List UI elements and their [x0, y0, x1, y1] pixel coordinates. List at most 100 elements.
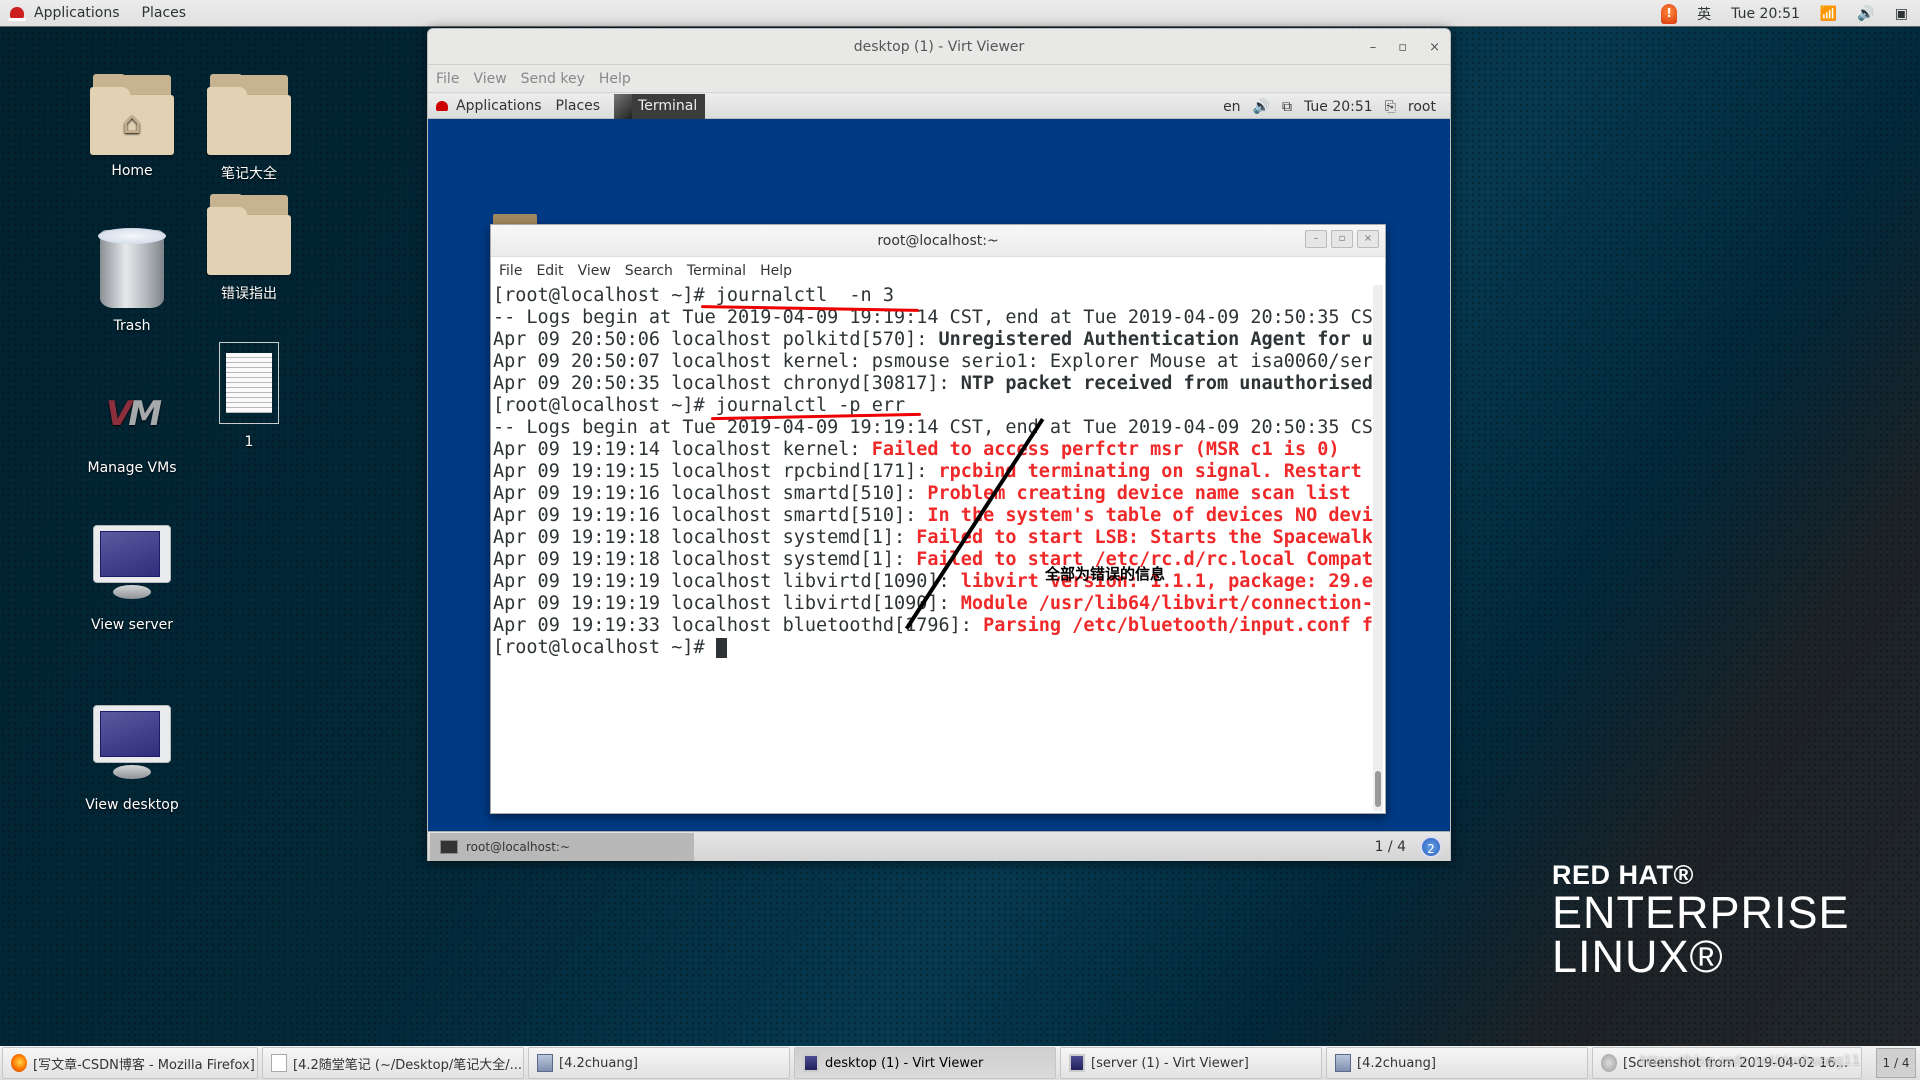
- terminal-line: Apr 09 19:19:18 localhost systemd[1]: Fa…: [493, 527, 1373, 549]
- terminal-line-prefix: Apr 09 19:19:16 localhost smartd[510]:: [493, 483, 928, 504]
- menu-help[interactable]: Help: [599, 71, 631, 87]
- notification-badge[interactable]: 2: [1420, 835, 1442, 858]
- desktop-icon-label: Manage VMs: [87, 460, 177, 476]
- menu-view[interactable]: View: [473, 71, 506, 87]
- terminal-titlebar[interactable]: root@localhost:~ – ▫ ×: [491, 225, 1385, 257]
- terminal-line-prefix: Apr 09 20:50:06 localhost polkitd[570]:: [493, 329, 939, 350]
- desktop-icon-label: Home: [111, 163, 153, 179]
- places-menu[interactable]: Places: [142, 5, 187, 21]
- terminal-maximize-button[interactable]: ▫: [1331, 230, 1353, 248]
- guest-task-terminal[interactable]: root@localhost:~: [430, 832, 694, 861]
- window-titlebar[interactable]: desktop (1) - Virt Viewer – ▫ ×: [428, 29, 1450, 65]
- screenshot-icon: [1601, 1054, 1617, 1072]
- desktop-icon-label: 错误指出: [221, 286, 277, 302]
- redhat-icon: [436, 101, 448, 111]
- maximize-button[interactable]: ▫: [1398, 40, 1407, 55]
- terminal-title: root@localhost:~: [877, 232, 999, 249]
- terminal-line-prefix: -- Logs begin at Tue 2019-04-09 19:19:14…: [493, 307, 1373, 328]
- desktop-icon-label: 1: [244, 434, 254, 450]
- terminal-line-message: libvirt version: 1.1.1, package: 29.el: [960, 571, 1373, 592]
- guest-user-menu[interactable]: root: [1408, 99, 1436, 115]
- desktop-icon-view-server[interactable]: View server: [72, 525, 192, 633]
- terminal-menu-terminal[interactable]: Terminal: [687, 263, 746, 279]
- file-manager-icon: [1335, 1054, 1351, 1072]
- folder-icon: [207, 194, 291, 275]
- task-file-manager-2[interactable]: [4.2chuang]: [1326, 1047, 1588, 1079]
- folder-icon: [207, 74, 291, 155]
- desktop-icon-notes-folder[interactable]: 笔记大全: [189, 74, 309, 183]
- scrollbar-thumb[interactable]: [1375, 771, 1381, 807]
- terminal-cursor: [715, 638, 727, 658]
- input-method-indicator[interactable]: 英: [1697, 4, 1711, 24]
- desktop-icon-trash[interactable]: Trash: [72, 228, 192, 334]
- terminal-line-prefix: Apr 09 19:19:19 localhost libvirtd[1090]…: [493, 593, 961, 614]
- firefox-icon: [11, 1054, 27, 1072]
- task-label: desktop (1) - Virt Viewer: [825, 1055, 984, 1071]
- desktop-icon-label: View server: [91, 617, 173, 633]
- terminal-line-prefix: Apr 09 19:19:15 localhost rpcbind[171]:: [493, 461, 939, 482]
- guest-clock[interactable]: Tue 20:51: [1304, 99, 1373, 115]
- document-icon: [219, 342, 279, 424]
- terminal-line: Apr 09 19:19:18 localhost systemd[1]: Fa…: [493, 549, 1373, 571]
- menu-file[interactable]: File: [436, 71, 459, 87]
- terminal-output[interactable]: [root@localhost ~]# journalctl -n 3 -- Lo…: [493, 285, 1373, 811]
- workspace-pager[interactable]: 1 / 4: [1876, 1048, 1916, 1078]
- menu-send-key[interactable]: Send key: [521, 71, 585, 87]
- terminal-menu-help[interactable]: Help: [760, 263, 792, 279]
- terminal-line-prefix: Apr 09 19:19:18 localhost systemd[1]:: [493, 549, 917, 570]
- volume-icon[interactable]: 🔊: [1253, 99, 1270, 115]
- wifi-icon[interactable]: 📶: [1820, 6, 1837, 22]
- guest-places-menu[interactable]: Places: [556, 98, 601, 114]
- guest-terminal-tab[interactable]: Terminal: [614, 94, 706, 119]
- task-virt-viewer-desktop[interactable]: desktop (1) - Virt Viewer: [794, 1047, 1056, 1079]
- battery-icon[interactable]: ▣: [1895, 6, 1908, 22]
- desktop-icon-errors-folder[interactable]: 错误指出: [189, 194, 309, 303]
- system-tray: ! 英 Tue 20:51 📶 🔊 ▣: [1661, 0, 1908, 27]
- terminal-menu-view[interactable]: View: [578, 263, 611, 279]
- volume-icon[interactable]: 🔊: [1857, 6, 1874, 22]
- terminal-menubar: File Edit View Search Terminal Help: [491, 257, 1385, 285]
- monitor-icon: [91, 705, 173, 783]
- task-text-editor[interactable]: [4.2随堂笔记 (~/Desktop/笔记大全/...: [262, 1047, 524, 1079]
- task-file-manager[interactable]: [4.2chuang]: [528, 1047, 790, 1079]
- desktop-icon-document[interactable]: 1: [189, 342, 309, 450]
- terminal-line-prefix: Apr 09 19:19:18 localhost systemd[1]:: [493, 527, 917, 548]
- terminal-line-prefix: [root@localhost ~]#: [493, 285, 716, 306]
- guest-bottom-panel: root@localhost:~ 1 / 4 2: [428, 831, 1450, 861]
- monitor-icon: [1069, 1054, 1085, 1072]
- applications-menu[interactable]: Applications: [8, 5, 120, 21]
- menubar: File View Send key Help: [428, 65, 1450, 93]
- terminal-minimize-button[interactable]: –: [1305, 230, 1327, 248]
- terminal-line-message: Unregistered Authentication Agent for un: [938, 329, 1373, 350]
- guest-applications-menu[interactable]: Applications: [436, 98, 542, 114]
- clock[interactable]: Tue 20:51: [1731, 6, 1800, 22]
- desktop-icon-home[interactable]: ⌂ Home: [72, 74, 192, 179]
- terminal-line-prefix: [root@localhost ~]#: [493, 395, 716, 416]
- network-icon[interactable]: ⧉: [1282, 99, 1292, 115]
- desktop-icon-manage-vms[interactable]: VM Manage VMs: [72, 390, 192, 476]
- taskbar: [写文章-CSDN博客 - Mozilla Firefox] [4.2随堂笔记 …: [0, 1046, 1920, 1080]
- task-firefox[interactable]: [写文章-CSDN博客 - Mozilla Firefox]: [2, 1047, 258, 1079]
- home-folder-icon: ⌂: [90, 74, 174, 155]
- minimize-button[interactable]: –: [1370, 40, 1377, 55]
- terminal-line-message: Module /usr/lib64/libvirt/connection-d: [960, 593, 1373, 614]
- terminal-line-prefix: Apr 09 19:19:16 localhost smartd[510]:: [493, 505, 928, 526]
- terminal-line: Apr 09 20:50:07 localhost kernel: psmous…: [493, 351, 1373, 373]
- terminal-menu-edit[interactable]: Edit: [536, 263, 563, 279]
- terminal-menu-search[interactable]: Search: [625, 263, 673, 279]
- guest-display[interactable]: Applications Places Terminal en 🔊 ⧉ Tue …: [428, 94, 1450, 861]
- branding-line2: ENTERPRISE: [1552, 887, 1850, 938]
- desktop-icon-view-desktop[interactable]: View desktop: [72, 705, 192, 813]
- watermark: https://blog.csdn.net/duchuang11: [1639, 1054, 1860, 1069]
- terminal-close-button[interactable]: ×: [1357, 230, 1379, 248]
- task-virt-viewer-server[interactable]: [server (1) - Virt Viewer]: [1060, 1047, 1322, 1079]
- guest-lang-indicator[interactable]: en: [1223, 99, 1241, 115]
- branding-line3: LINUX®: [1552, 931, 1724, 982]
- applications-label: Applications: [34, 5, 120, 21]
- alarm-icon[interactable]: !: [1661, 3, 1678, 24]
- close-button[interactable]: ×: [1429, 40, 1440, 55]
- guest-workspace-pager[interactable]: 1 / 4: [1375, 839, 1406, 855]
- terminal-scrollbar[interactable]: [1373, 285, 1383, 811]
- terminal-menu-file[interactable]: File: [499, 263, 522, 279]
- window-title: desktop (1) - Virt Viewer: [853, 38, 1025, 55]
